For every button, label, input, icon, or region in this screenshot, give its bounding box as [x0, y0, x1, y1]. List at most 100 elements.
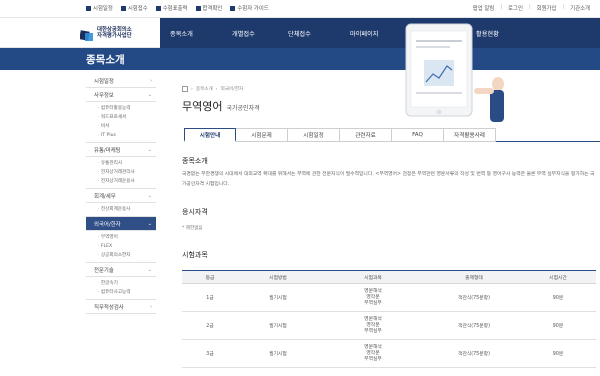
sidebar-section[interactable]: 회계/세무 ⌄	[86, 189, 156, 203]
sidebar-subitem[interactable]: 컴퓨터사고능력	[98, 288, 156, 297]
sidebar-subitem[interactable]: 상공회의소한자	[98, 251, 156, 260]
sidebar-section-label: 직무적성검사	[94, 304, 124, 311]
subjects-cell: 영문해석 영작문 무역실무	[318, 284, 428, 311]
separator: |	[562, 4, 565, 10]
chevron-right-icon: ›	[150, 77, 152, 84]
sidebar-subitem[interactable]: 전산회계운용사	[98, 205, 156, 214]
table-header-cell: 시험방법	[269, 275, 287, 281]
sidebar: 시험일정›사무정보⌄컴퓨터활용능력워드프로세서비서IT Plus유통/마케팅⌄유…	[86, 74, 156, 314]
time-cell: 90분	[552, 352, 564, 357]
chevron-down-icon: ⌄	[147, 91, 152, 98]
sidebar-section[interactable]: 사무정보 ⌄	[86, 88, 156, 102]
home-icon[interactable]	[182, 86, 188, 92]
nav-item[interactable]: 마이페이지	[350, 29, 378, 38]
sidebar-subitem[interactable]: 비서	[98, 122, 156, 131]
subjects-table: 등급 시험방법 시험과목 출제형태 시험시간 1급 필기시험 영문해석 영작문 무역실무 객관식(…	[182, 270, 596, 368]
sidebar-subitem[interactable]: 유통관리사	[98, 159, 156, 168]
tab-item[interactable]: 관련자료	[340, 128, 392, 142]
sidebar-subitem[interactable]: FLEX	[98, 242, 156, 251]
table-header-cell: 등급	[205, 275, 215, 281]
table-row: 2급 필기시험 영문해석 영작문 무역실무 객관식(75문항) 90분	[182, 312, 596, 340]
chevron-right-icon: ›	[150, 303, 152, 310]
format-cell: 객관식(75문항)	[458, 352, 490, 357]
tab-item[interactable]: 시험일정	[288, 128, 340, 142]
table-header-cell: 시험과목	[364, 275, 382, 281]
tab-item[interactable]: 시험문제	[236, 128, 288, 142]
table-row: 3급 필기시험 영문해석 영작문 무역실무 객관식(75문항) 90분	[182, 340, 596, 368]
nav-item[interactable]: 단체접수	[288, 29, 311, 38]
subject-item: 무역실무	[364, 356, 382, 362]
format-cell: 객관식(75문항)	[458, 324, 490, 329]
tab-item[interactable]: FAQ	[392, 128, 444, 142]
format-cell: 객관식(75문항)	[458, 296, 490, 301]
subject-item: 무역실무	[364, 328, 382, 334]
utility-link-label: 합격확인	[202, 6, 223, 12]
print-icon	[155, 5, 161, 11]
grade-cell: 3급	[206, 352, 214, 357]
book-icon	[230, 5, 236, 11]
account-link[interactable]: 회원가입	[537, 4, 557, 12]
table-row: 1급 필기시험 영문해석 영작문 무역실무 객관식(75문항) 90분	[182, 284, 596, 312]
check-icon	[195, 5, 201, 11]
method-cell: 필기시험	[269, 324, 287, 329]
method-cell: 필기시험	[269, 352, 287, 357]
time-cell: 90분	[552, 296, 564, 301]
account-link[interactable]: 기관소개	[570, 4, 590, 12]
pencil-icon	[120, 5, 126, 11]
sidebar-section-label: 사무정보	[94, 92, 114, 99]
logo-mark-icon	[79, 27, 94, 41]
utility-links: 시험일정 시험접수 수험표출력 합격확인 수험자 가이드	[86, 4, 269, 12]
main-menu: 종목소개개별접수단체접수마이페이지고객센터활용현황	[160, 18, 600, 48]
subjects-title: 시험과목	[182, 251, 208, 259]
breadcrumb-item[interactable]: 외국어/한자	[221, 86, 244, 92]
utility-account-links: 팝업 알림 | 로그인 | 회원가입 | 기관소개	[473, 4, 590, 12]
table-header: 등급 시험방법 시험과목 출제형태 시험시간	[182, 270, 596, 284]
sidebar-subitem[interactable]: 전자상거래운용사	[98, 177, 156, 186]
breadcrumb-item[interactable]: 종목소개	[196, 86, 213, 92]
tab-item[interactable]: 시험안내	[184, 128, 236, 142]
utility-link[interactable]: 시험일정	[86, 4, 113, 12]
sidebar-section[interactable]: 유통/마케팅 ⌄	[86, 143, 156, 157]
sidebar-sublist: 한글속기컴퓨터사고능력	[86, 277, 156, 300]
sidebar-subitem[interactable]: 무역영어	[98, 233, 156, 242]
sidebar-section[interactable]: 시험일정 ›	[86, 74, 156, 88]
sidebar-sublist: 컴퓨터활용능력워드프로세서비서IT Plus	[86, 102, 156, 143]
utility-link[interactable]: 시험접수	[120, 4, 148, 12]
logo-line2: 자격평가사업단	[97, 33, 132, 39]
nav-item[interactable]: 개별접수	[232, 29, 255, 38]
page-title: 무역영어	[182, 100, 223, 113]
sidebar-section-label: 시험일정	[94, 78, 114, 85]
utility-bar: 시험일정 시험접수 수험표출력 합격확인 수험자 가이드 팝업 알림 | 로그인 | 회원가입 |…	[0, 0, 600, 18]
utility-link-label: 수험표출력	[162, 6, 188, 12]
sidebar-subitem[interactable]: 컴퓨터활용능력	[98, 104, 156, 113]
intro-title: 종목소개	[182, 157, 208, 165]
sidebar-section-label: 회계/세무	[94, 193, 116, 200]
sidebar-section[interactable]: 외국어/한자 ⌄	[86, 217, 156, 231]
utility-link[interactable]: 합격확인	[195, 4, 223, 12]
utility-link[interactable]: 수험표출력	[155, 4, 188, 12]
sidebar-subitem[interactable]: 전자상거래관리사	[98, 168, 156, 177]
sidebar-section[interactable]: 전문기술 ⌄	[86, 263, 156, 277]
logo[interactable]: 대한상공회의소 자격평가사업단	[79, 23, 160, 43]
separator: |	[500, 4, 503, 10]
sidebar-section[interactable]: 직무적성검사 ›	[86, 300, 156, 314]
account-link[interactable]: 로그인	[508, 4, 523, 12]
sidebar-section-label: 유통/마케팅	[94, 147, 121, 154]
sidebar-section-label: 전문기술	[94, 267, 114, 274]
sidebar-subitem[interactable]: 한글속기	[98, 279, 156, 288]
tab-item[interactable]: 자격활용사례	[444, 128, 496, 142]
nav-item[interactable]: 종목소개	[170, 29, 193, 38]
utility-link[interactable]: 수험자 가이드	[230, 4, 269, 12]
account-link[interactable]: 팝업 알림	[473, 4, 495, 12]
sidebar-section-label: 외국어/한자	[94, 221, 121, 228]
table-header-cell: 출제형태	[465, 275, 483, 281]
intro-text: 국경없는 무한경쟁의 시대에서 대외교역 확대를 위해서는 무역에 관한 전문지…	[182, 172, 595, 187]
sidebar-sublist: 유통관리사전자상거래관리사전자상거래운용사	[86, 157, 156, 189]
sidebar-sublist: 무역영어FLEX상공회의소한자	[86, 231, 156, 263]
utility-link-label: 수험자 가이드	[237, 6, 269, 12]
sidebar-subitem[interactable]: 워드프로세서	[98, 113, 156, 122]
utility-link-label: 시험일정	[93, 6, 113, 12]
grade-cell: 1급	[206, 296, 214, 301]
qualification-note: * 제한없음	[182, 226, 203, 231]
sidebar-subitem[interactable]: IT Plus	[98, 131, 156, 140]
